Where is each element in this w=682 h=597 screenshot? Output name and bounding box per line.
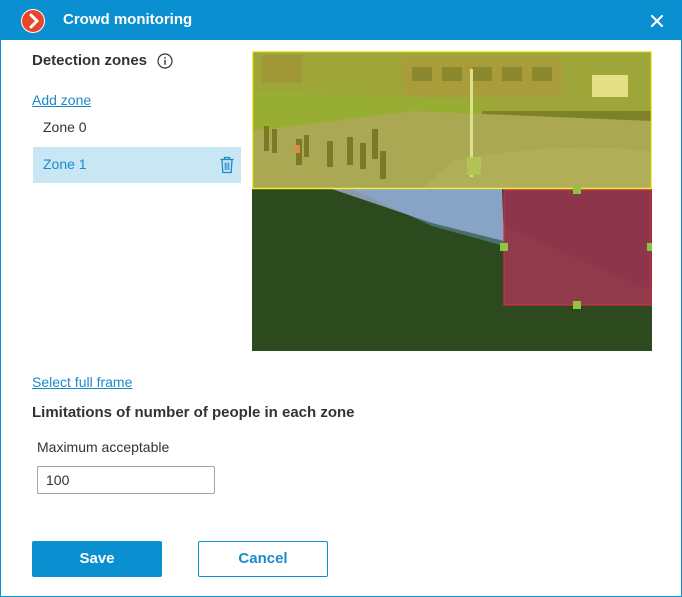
- chevron-right-icon: [21, 9, 45, 33]
- close-icon: [651, 15, 663, 27]
- trash-icon[interactable]: [219, 156, 235, 174]
- dialog-title: Crowd monitoring: [63, 11, 193, 28]
- zone-label: Zone 0: [43, 119, 87, 135]
- title-bar: Crowd monitoring: [1, 1, 681, 40]
- save-button[interactable]: Save: [32, 541, 162, 577]
- zone-list-item-0[interactable]: Zone 0: [33, 110, 241, 146]
- close-button[interactable]: [645, 9, 669, 33]
- add-zone-link[interactable]: Add zone: [32, 92, 91, 108]
- camera-preview[interactable]: [252, 51, 652, 351]
- detection-zones-title: Detection zones: [32, 52, 148, 69]
- crowd-monitoring-dialog: Crowd monitoring Detection zones Add zon…: [0, 0, 682, 597]
- max-acceptable-label: Maximum acceptable: [37, 439, 170, 455]
- zone-label: Zone 1: [43, 156, 87, 172]
- cancel-button[interactable]: Cancel: [198, 541, 328, 577]
- zone-list-item-1[interactable]: Zone 1: [33, 147, 241, 183]
- info-icon[interactable]: [157, 53, 173, 69]
- limits-title: Limitations of number of people in each …: [32, 404, 355, 421]
- select-full-frame-link[interactable]: Select full frame: [32, 374, 132, 390]
- max-acceptable-input[interactable]: [37, 466, 215, 494]
